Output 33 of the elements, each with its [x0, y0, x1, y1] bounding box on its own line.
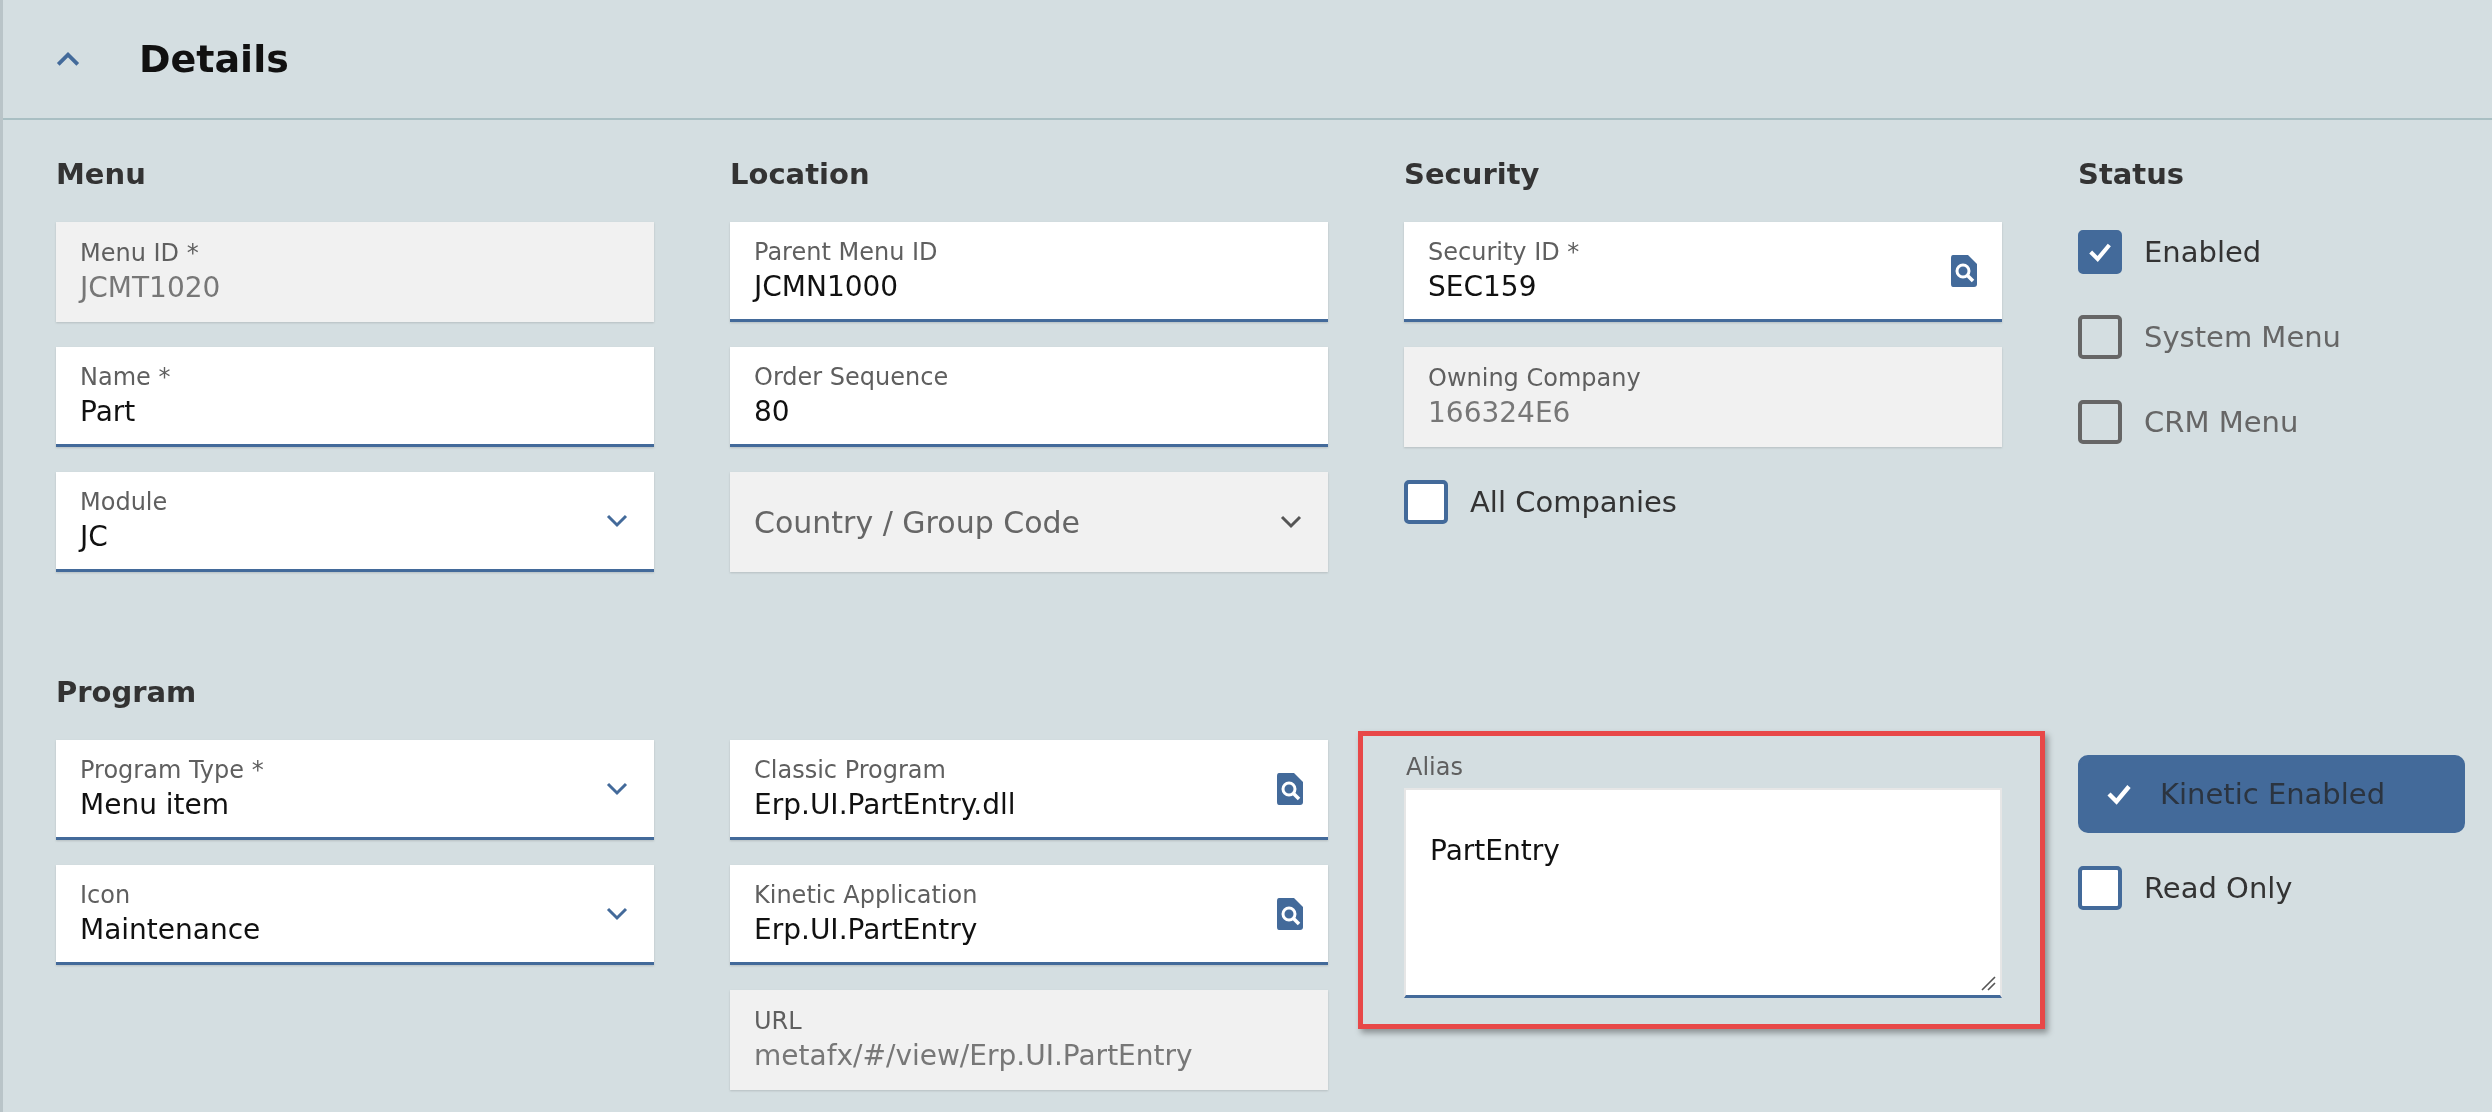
checkbox-label: All Companies [1470, 485, 1677, 519]
field-label: Alias [1406, 752, 1464, 783]
section-heading: Location [730, 156, 871, 193]
caret-icon[interactable] [55, 50, 81, 68]
checkbox-label: Read Only [2144, 871, 2293, 905]
search-icon[interactable] [1276, 771, 1304, 806]
chevron-down-icon[interactable] [604, 905, 630, 922]
text-area[interactable]: PartEntry [1404, 788, 2002, 998]
input-field[interactable]: Kinetic Application Erp.UI.PartEntry [730, 865, 1328, 965]
resize-grip-icon[interactable] [1980, 975, 1996, 991]
checkbox-label: CRM Menu [2144, 405, 2299, 439]
checkbox-label: System Menu [2144, 320, 2341, 354]
dropdown-field[interactable]: Module JC [56, 472, 654, 572]
dropdown-field[interactable]: Program Type * Menu item [56, 740, 654, 840]
input-field[interactable]: Classic Program Erp.UI.PartEntry.dll [730, 740, 1328, 840]
section-heading: Menu [56, 156, 147, 193]
search-icon[interactable] [1276, 896, 1304, 931]
section-heading: Security [1404, 156, 1541, 193]
input-field[interactable]: Parent Menu ID JCMN1000 [730, 222, 1328, 322]
input-field[interactable]: Security ID * SEC159 [1404, 222, 2002, 322]
input-field[interactable]: Name * Part [56, 347, 654, 447]
chevron-down-icon[interactable] [604, 780, 630, 797]
section-heading: Status [2078, 156, 2186, 193]
checkbox-label: Enabled [2144, 235, 2262, 269]
section-heading: Program [56, 674, 198, 711]
panel-title: Details [139, 37, 289, 81]
checkbox[interactable] [2078, 230, 2122, 274]
checkbox[interactable] [2078, 866, 2122, 910]
checkbox[interactable] [1404, 480, 1448, 524]
input-field[interactable]: Order Sequence 80 [730, 347, 1328, 447]
dropdown-field[interactable]: Icon Maintenance [56, 865, 654, 965]
search-icon[interactable] [1950, 253, 1978, 288]
chevron-down-icon[interactable] [604, 512, 630, 529]
